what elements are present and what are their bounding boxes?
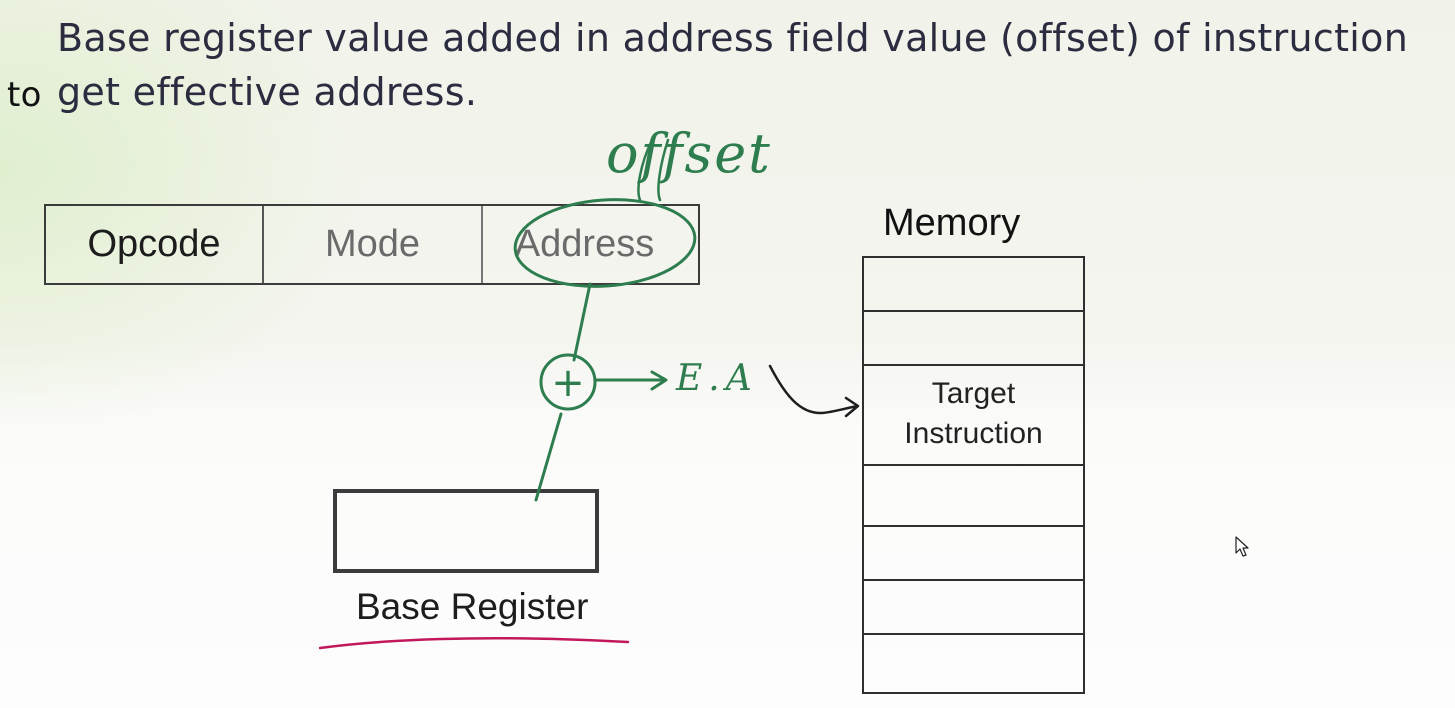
target-line-2: Instruction xyxy=(904,417,1043,450)
arrow-to-memory-icon xyxy=(768,364,860,418)
arrow-to-ea-icon xyxy=(595,370,668,391)
memory-label: Memory xyxy=(883,202,1021,244)
offset-annotation: offset xyxy=(606,122,772,185)
effective-address-annotation: E.A xyxy=(675,358,758,399)
base-register-label: Base Register xyxy=(356,586,589,627)
mouse-pointer-icon xyxy=(1235,536,1249,557)
offset-connector-line xyxy=(534,282,592,502)
target-instruction-text: Target Instruction xyxy=(864,374,1083,454)
field-address: Address xyxy=(514,223,655,265)
memory-cell xyxy=(864,466,1083,527)
memory-cell xyxy=(864,581,1083,635)
adder-plus-sign: + xyxy=(551,360,585,406)
heading-line-2: get effective address. xyxy=(57,70,478,114)
memory-cell xyxy=(864,258,1083,312)
field-mode: Mode xyxy=(264,206,483,283)
target-line-1: Target xyxy=(931,377,1016,410)
instruction-format: Opcode Mode Address xyxy=(44,204,700,285)
adder-circle xyxy=(539,353,597,411)
memory-cell xyxy=(864,312,1083,366)
field-opcode: Opcode xyxy=(46,206,264,283)
heading-line-1: Base register value added in address fie… xyxy=(57,16,1409,60)
memory-block: Target Instruction xyxy=(862,256,1085,694)
base-register-box xyxy=(333,489,599,573)
base-register-underline xyxy=(318,636,630,650)
memory-cell xyxy=(864,527,1083,581)
offset-stroke-detail xyxy=(637,138,670,202)
heading-prefix-to: to xyxy=(7,75,42,115)
memory-cell-target: Target Instruction xyxy=(864,366,1083,466)
memory-cell xyxy=(864,635,1083,692)
